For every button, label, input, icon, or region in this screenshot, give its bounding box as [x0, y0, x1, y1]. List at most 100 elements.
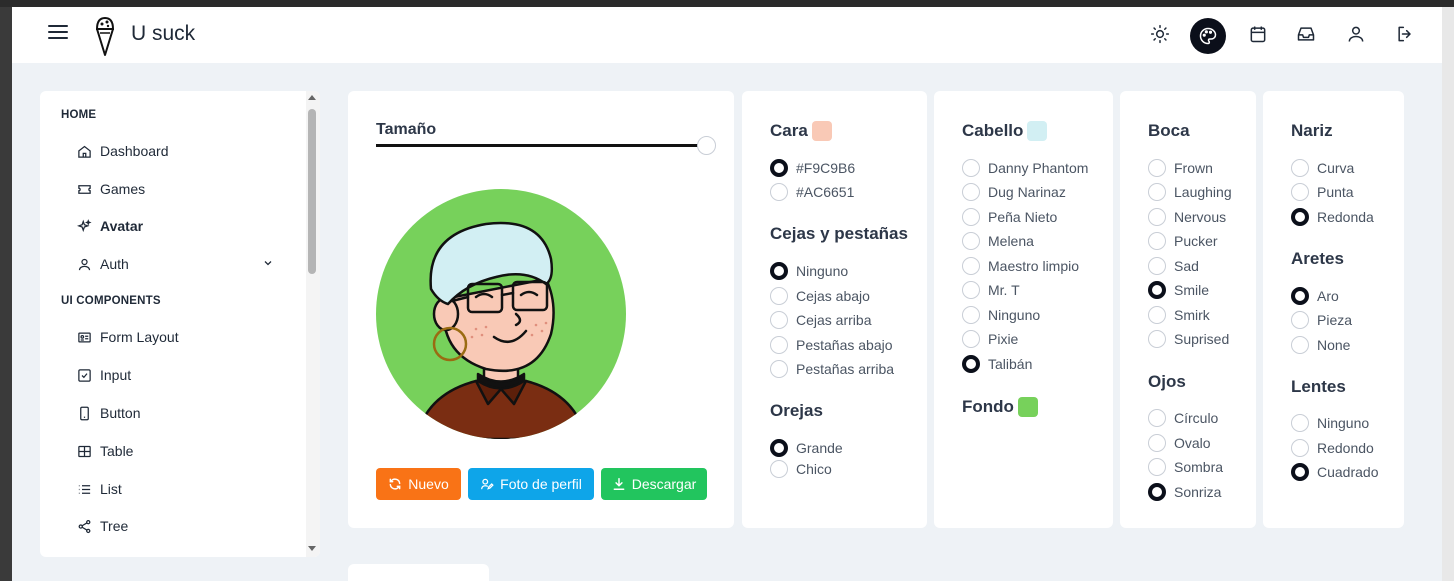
mouth-option-7[interactable]: Suprised — [1148, 329, 1229, 349]
profile-button-label: Foto de perfil — [500, 476, 582, 492]
earrings-title: Aretes — [1291, 249, 1344, 268]
ears-option-1[interactable]: Chico — [770, 459, 832, 479]
new-avatar-button[interactable]: Nuevo — [376, 468, 461, 500]
ears-option-0[interactable]: Grande — [770, 438, 843, 458]
hair-option-6[interactable]: Ninguno — [962, 305, 1040, 325]
avatar-preview-card: Tamaño Nuevo Foto de perfil Descargar — [348, 91, 734, 528]
eyes-option-2[interactable]: Sombra — [1148, 457, 1223, 477]
menu-icon[interactable] — [48, 25, 68, 45]
chevron-down-icon[interactable] — [262, 256, 274, 272]
sidebar-item-tree[interactable]: Tree — [76, 514, 128, 538]
download-button-label: Descargar — [631, 476, 697, 492]
sidebar-item-label: Dashboard — [100, 143, 169, 159]
palette-icon[interactable] — [1190, 18, 1226, 54]
accessories-card: Nariz Curva Punta Redonda Aretes Aro Pie… — [1263, 91, 1404, 528]
brows-option-1[interactable]: Cejas abajo — [770, 286, 870, 306]
hair-option-1[interactable]: Dug Narinaz — [962, 182, 1066, 202]
sidebar-item-label: Tree — [100, 518, 129, 534]
sidebar-item-label: Form Layout — [100, 329, 179, 345]
sidebar-item-label: List — [100, 481, 122, 497]
sidebar-item-avatar[interactable]: Avatar — [76, 214, 143, 238]
logout-icon[interactable] — [1393, 22, 1417, 46]
earrings-option-0[interactable]: Aro — [1291, 286, 1339, 306]
sidebar-section-ui: UI COMPONENTS — [61, 295, 161, 307]
brows-option-2[interactable]: Cejas arriba — [770, 310, 871, 330]
brows-title: Cejas y pestañas — [770, 224, 908, 243]
nose-option-1[interactable]: Punta — [1291, 182, 1354, 202]
app-window: U suck HOME Dashboard Games Avatar Auth … — [12, 7, 1442, 581]
sidebar: HOME Dashboard Games Avatar Auth UI COMP… — [40, 91, 320, 557]
brows-option-4[interactable]: Pestañas arriba — [770, 359, 894, 379]
mouth-option-1[interactable]: Laughing — [1148, 182, 1232, 202]
hair-option-4[interactable]: Maestro limpio — [962, 256, 1079, 276]
sidebar-item-games[interactable]: Games — [76, 177, 145, 201]
hair-option-5[interactable]: Mr. T — [962, 280, 1020, 300]
nose-option-0[interactable]: Curva — [1291, 158, 1354, 178]
hair-option-8[interactable]: Talibán — [962, 354, 1032, 374]
glasses-option-0[interactable]: Ninguno — [1291, 413, 1369, 433]
glasses-option-2[interactable]: Cuadrado — [1291, 462, 1379, 482]
mouth-title: Boca — [1148, 121, 1190, 140]
hair-option-0[interactable]: Danny Phantom — [962, 158, 1088, 178]
share-icon — [76, 518, 92, 534]
nose-option-2[interactable]: Redonda — [1291, 207, 1374, 227]
calendar-icon[interactable] — [1246, 22, 1270, 46]
sidebar-item-table[interactable]: Table — [76, 439, 133, 463]
inbox-icon[interactable] — [1294, 22, 1318, 46]
eyes-option-3[interactable]: Sonriza — [1148, 482, 1221, 502]
brows-option-0[interactable]: Ninguno — [770, 261, 848, 281]
scroll-down-arrow[interactable] — [308, 546, 316, 551]
mouth-option-6[interactable]: Smirk — [1148, 305, 1210, 325]
face-color-swatch[interactable] — [811, 121, 832, 141]
hair-option-7[interactable]: Pixie — [962, 329, 1018, 349]
glasses-option-1[interactable]: Redondo — [1291, 438, 1374, 458]
face-title: Cara — [770, 121, 832, 141]
eyes-option-1[interactable]: Ovalo — [1148, 433, 1211, 453]
sidebar-item-input[interactable]: Input — [76, 363, 131, 387]
earrings-option-2[interactable]: None — [1291, 335, 1350, 355]
ears-title: Orejas — [770, 401, 823, 420]
sidebar-item-auth[interactable]: Auth — [76, 252, 276, 276]
scroll-up-arrow[interactable] — [308, 95, 316, 100]
ticket-icon — [76, 181, 92, 197]
hair-option-3[interactable]: Melena — [962, 231, 1034, 251]
sidebar-item-form-layout[interactable]: Form Layout — [76, 325, 179, 349]
user-icon — [76, 256, 92, 272]
avatar-image — [376, 189, 626, 439]
list-icon — [76, 481, 92, 497]
user-icon[interactable] — [1344, 22, 1368, 46]
face-option-1[interactable]: #AC6651 — [770, 182, 854, 202]
background-window-strip — [0, 7, 12, 581]
hair-title: Cabello — [962, 121, 1048, 141]
brows-option-3[interactable]: Pestañas abajo — [770, 335, 893, 355]
eyes-option-0[interactable]: Círculo — [1148, 408, 1218, 428]
sidebar-item-dashboard[interactable]: Dashboard — [76, 139, 169, 163]
mouth-option-2[interactable]: Nervous — [1148, 207, 1226, 227]
ice-cream-logo[interactable] — [94, 15, 116, 57]
size-label: Tamaño — [376, 121, 437, 138]
sidebar-item-label: Games — [100, 181, 146, 197]
face-option-0[interactable]: #F9C9B6 — [770, 158, 855, 178]
download-button[interactable]: Descargar — [601, 468, 707, 500]
download-icon — [613, 478, 625, 490]
sun-icon[interactable] — [1148, 22, 1172, 46]
window-edge — [1442, 7, 1454, 581]
hair-color-swatch[interactable] — [1027, 121, 1048, 141]
sidebar-item-label: Avatar — [100, 218, 144, 234]
sidebar-scroll-thumb[interactable] — [308, 109, 316, 274]
mouth-option-0[interactable]: Frown — [1148, 158, 1213, 178]
sidebar-section-home: HOME — [61, 109, 97, 121]
size-slider-track[interactable] — [376, 144, 706, 147]
sidebar-item-button[interactable]: Button — [76, 401, 140, 425]
earrings-option-1[interactable]: Pieza — [1291, 310, 1352, 330]
background-color-swatch[interactable] — [1017, 397, 1038, 417]
mouth-option-5[interactable]: Smile — [1148, 280, 1209, 300]
size-slider-handle[interactable] — [697, 136, 716, 155]
profile-photo-button[interactable]: Foto de perfil — [468, 468, 594, 500]
hair-option-2[interactable]: Peña Nieto — [962, 207, 1057, 227]
sidebar-item-label: Input — [100, 367, 132, 383]
mouth-option-4[interactable]: Sad — [1148, 256, 1199, 276]
mouth-option-3[interactable]: Pucker — [1148, 231, 1218, 251]
background-title: Fondo — [962, 397, 1038, 417]
sidebar-item-list[interactable]: List — [76, 477, 122, 501]
